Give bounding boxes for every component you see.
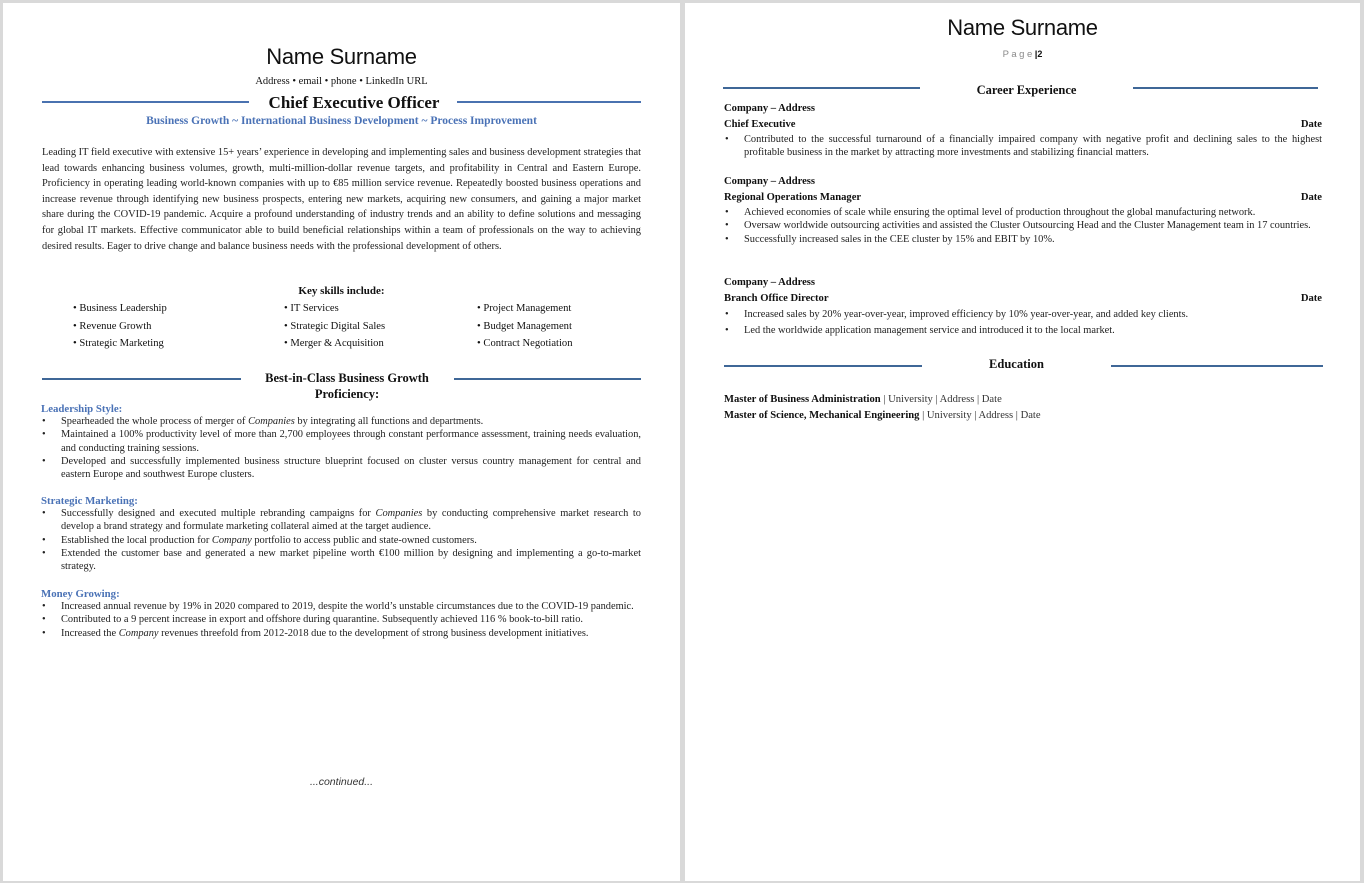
bullet-item: • Oversaw worldwide outsourcing activitie… xyxy=(725,220,1311,232)
bullet-item: • Contributed to the successful turnaroun… xyxy=(725,134,1322,159)
bullet-item: • Developed and successfully implemented … xyxy=(42,455,641,481)
group-bullet-list: • Increased annual revenue by 19% in 2020… xyxy=(41,600,641,640)
skills-column-3: • Project Management • Budget Management… xyxy=(477,303,573,356)
skill-item: • Budget Management xyxy=(477,320,572,332)
group-heading: Leadership Style: xyxy=(41,403,123,415)
skill-item: • Business Leadership xyxy=(73,303,167,314)
group-bullet-list: • Successfully designed and executed mult… xyxy=(41,507,641,573)
skill-item: • Strategic Digital Sales xyxy=(284,320,386,332)
education-entry: Master of Business Administration | Univ… xyxy=(724,394,1002,405)
education-list: Master of Business Administration | Univ… xyxy=(724,392,1041,424)
education-rule-left xyxy=(724,365,922,367)
education-title: Education xyxy=(989,357,1044,371)
bullet-item: • Successfully designed and executed mult… xyxy=(42,508,641,533)
bullet-item: • Maintained a 100% productivity level of… xyxy=(42,429,641,454)
skills-title: Key skills include: xyxy=(298,285,385,297)
bullet-item: • Spearheaded the whole process of merger… xyxy=(42,416,484,427)
headline-title: Chief Executive Officer xyxy=(268,93,440,112)
bullet-item: • Contributed to a 9 percent increase in … xyxy=(42,614,583,626)
resume-page-2: Name Surname Page|2 Career Experience Co… xyxy=(685,3,1360,881)
skill-item: • Merger & Acquisition xyxy=(284,338,384,349)
skills-column-1: • Business Leadership • Revenue Growth •… xyxy=(73,303,167,356)
headline-rule-left xyxy=(42,101,249,103)
bullet-item: • Led the worldwide application managemen… xyxy=(725,325,1115,336)
education-rule-right xyxy=(1111,365,1323,367)
continued-note: ...continued... xyxy=(309,776,374,788)
job-entry: Company – Address Branch Office Director… xyxy=(724,275,1322,339)
job-entry: Company – Address Regional Operations Ma… xyxy=(724,174,1322,246)
group-money-growing: Money Growing: • Increased annual revenue… xyxy=(41,588,641,640)
proficiency-title: Best-in-Class Business Growth Proficienc… xyxy=(241,370,453,402)
job-date: Date xyxy=(1300,192,1322,203)
skills-column-2: • IT Services • Strategic Digital Sales … xyxy=(284,303,385,356)
job-date: Date xyxy=(1300,119,1322,130)
professional-summary: Leading IT field executive with extensiv… xyxy=(42,147,641,252)
proficiency-rule-right xyxy=(454,378,641,380)
education-entry: Master of Science, Mechanical Engineerin… xyxy=(724,410,1041,421)
job-date: Date xyxy=(1300,293,1322,304)
job-company: Company – Address xyxy=(724,103,816,114)
resume-page-1: Name Surname Address • email • phone • L… xyxy=(3,3,680,881)
contact-line: Address • email • phone • LinkedIn URL xyxy=(255,76,428,87)
career-experience-title: Career Experience xyxy=(976,83,1077,97)
skill-item: • Project Management xyxy=(477,303,572,314)
job-title: Branch Office Director xyxy=(724,293,829,304)
bullet-item: • Achieved economies of scale while ensur… xyxy=(725,207,1256,218)
job-entry: Company – Address Chief Executive Date •… xyxy=(724,101,1322,160)
skill-item: • IT Services xyxy=(284,303,339,314)
bullet-item: • Successfully increased sales in the CEE… xyxy=(725,233,1055,245)
job-bullet-list: • Achieved economies of scale while ensur… xyxy=(724,206,1322,246)
candidate-name: Name Surname xyxy=(947,15,1098,40)
headline-rule-right xyxy=(457,101,641,103)
job-bullet-list: • Increased sales by 20% year-over-year, … xyxy=(724,307,1322,339)
skill-item: • Contract Negotiation xyxy=(477,338,573,349)
group-heading: Strategic Marketing: xyxy=(41,495,138,507)
job-title: Regional Operations Manager xyxy=(724,192,862,203)
group-leadership-style: Leadership Style: • Spearheaded the whole… xyxy=(41,403,641,481)
proficiency-rule-left xyxy=(42,378,241,380)
proficiency-title-line-2: Proficiency: xyxy=(314,387,380,401)
page-number: 2 xyxy=(1037,49,1043,59)
job-company: Company – Address xyxy=(724,277,816,288)
job-title: Chief Executive xyxy=(724,119,796,130)
degree: Master of Science, Mechanical Engineerin… xyxy=(724,410,920,421)
bullet-item: • Established the local production for Co… xyxy=(42,534,477,546)
skill-item: • Strategic Marketing xyxy=(73,338,164,349)
page-word: Page xyxy=(1002,49,1035,60)
job-company: Company – Address xyxy=(724,176,816,187)
bullet-item: • Extended the customer base and generate… xyxy=(42,547,641,573)
candidate-name: Name Surname xyxy=(266,44,417,69)
degree: Master of Business Administration xyxy=(724,394,881,405)
career-rule-left xyxy=(723,87,920,89)
tagline: Business Growth ~ International Business… xyxy=(146,115,537,127)
career-rule-right xyxy=(1133,87,1318,89)
group-strategic-marketing: Strategic Marketing: • Successfully desig… xyxy=(41,495,641,573)
bullet-item: • Increased the Company revenues threefol… xyxy=(42,627,589,639)
page-number-label: Page|2 xyxy=(1002,49,1043,60)
group-bullet-list: • Spearheaded the whole process of merger… xyxy=(41,415,641,481)
skill-item: • Revenue Growth xyxy=(73,320,152,332)
bullet-item: • Increased sales by 20% year-over-year, … xyxy=(725,309,1189,320)
group-heading: Money Growing: xyxy=(41,588,120,600)
bullet-item: • Increased annual revenue by 19% in 2020… xyxy=(42,601,634,612)
job-bullet-list: • Contributed to the successful turnaroun… xyxy=(724,133,1322,160)
proficiency-title-line-1: Best-in-Class Business Growth xyxy=(265,371,429,385)
